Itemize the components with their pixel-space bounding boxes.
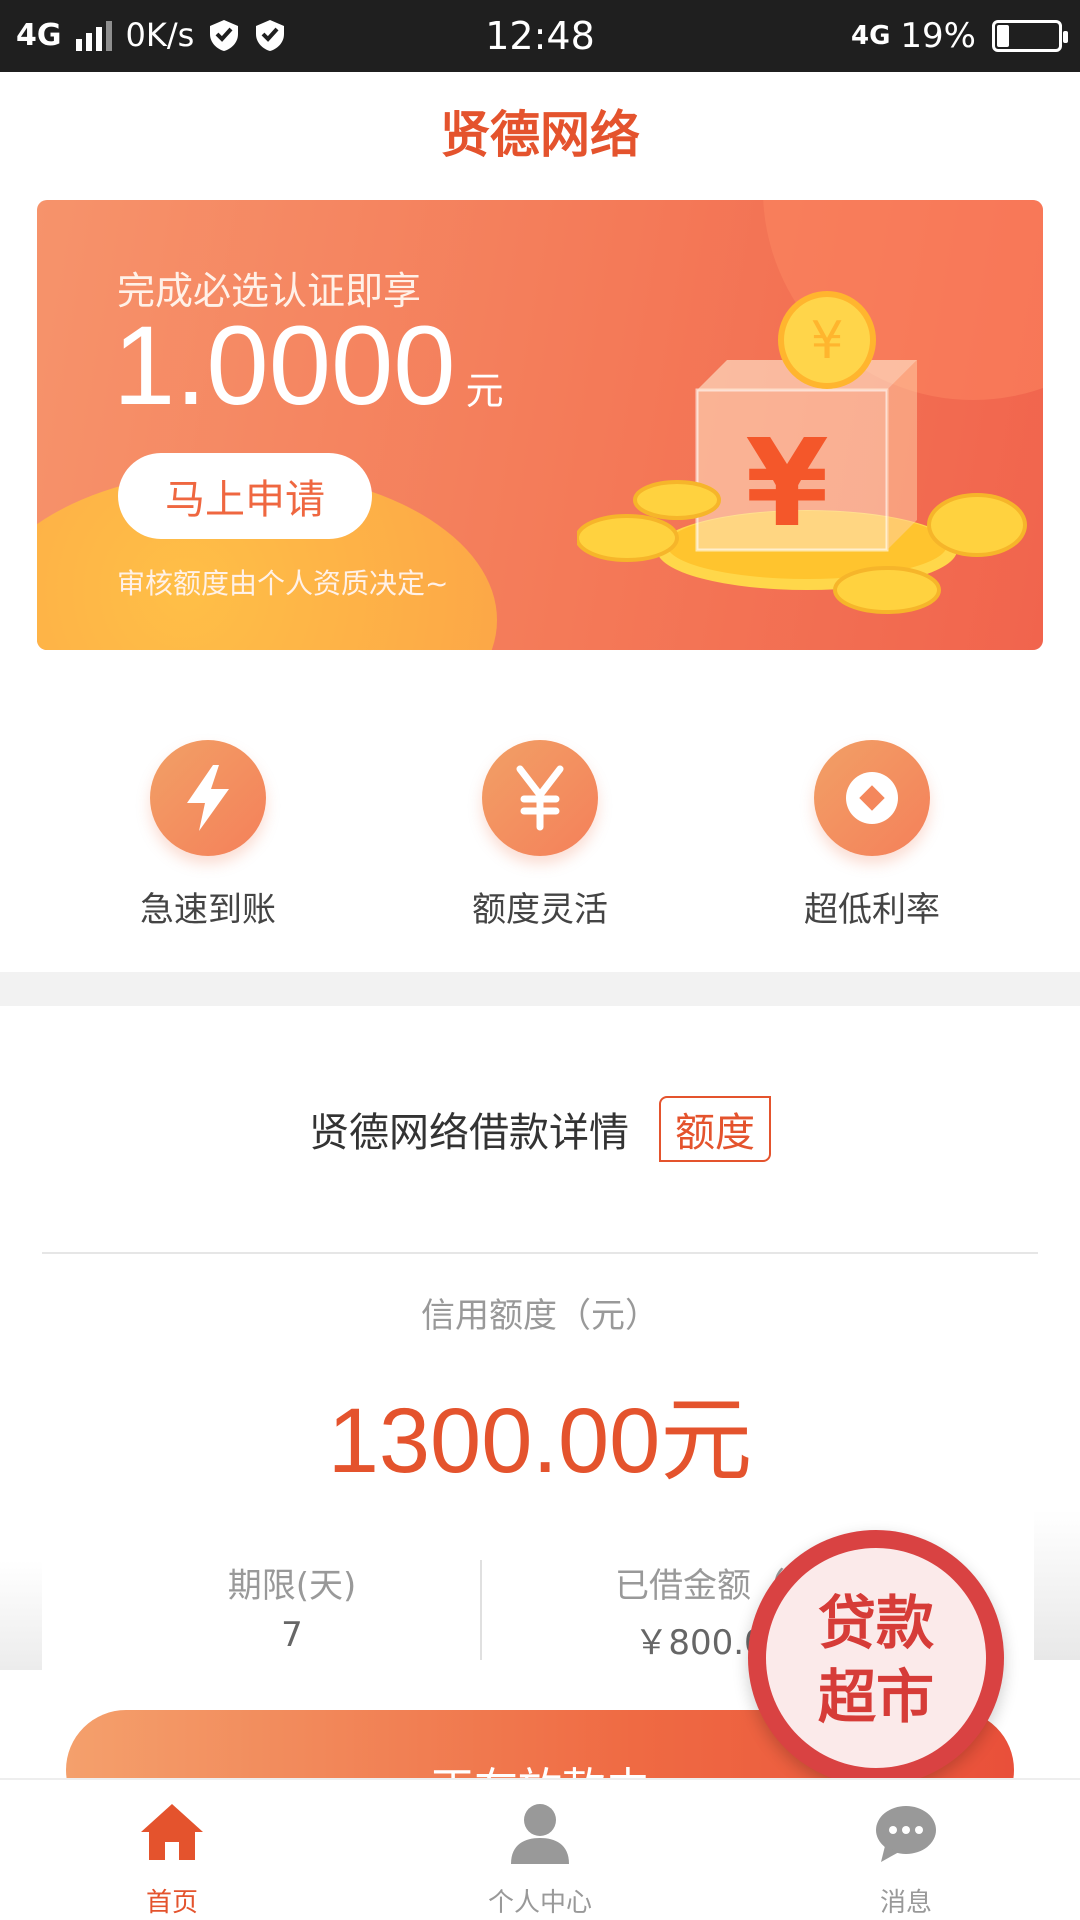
term-value: 7 — [281, 1615, 303, 1655]
banner-note: 审核额度由个人资质决定~ — [117, 567, 449, 600]
loan-market-line2: 超市 — [817, 1663, 934, 1731]
loan-market-label: 贷款 超市 — [766, 1548, 986, 1768]
detail-title: 贤德网络借款详情 — [309, 1110, 629, 1156]
coin-icon — [814, 740, 930, 856]
network-type-right: 4G — [850, 21, 891, 51]
side-decoration — [0, 1560, 42, 1670]
feature-fast: 急速到账 — [88, 740, 328, 931]
svg-text:¥: ¥ — [745, 415, 829, 554]
feature-flexible: 额度灵活 — [420, 740, 660, 931]
loan-market-button[interactable]: 贷款 超市 — [748, 1530, 1004, 1786]
apply-now-button[interactable]: 马上申请 — [118, 453, 372, 539]
tab-label: 个人中心 — [487, 1888, 592, 1918]
home-icon — [141, 1804, 203, 1860]
tab-label: 首页 — [145, 1888, 198, 1918]
yen-icon — [482, 740, 598, 856]
coin-box-illustration-icon: ¥ ¥ — [577, 291, 1027, 614]
stat-separator — [480, 1560, 482, 1660]
status-right: 4G 19% — [850, 16, 1068, 56]
feature-row: 急速到账 额度灵活 超低利率 — [0, 740, 1080, 940]
loan-market-line1: 贷款 — [817, 1589, 934, 1657]
credit-limit-label: 信用额度（元） — [421, 1296, 659, 1336]
tab-label: 消息 — [879, 1888, 932, 1918]
feature-label: 急速到账 — [140, 890, 276, 930]
tab-profile[interactable]: 个人中心 — [440, 1798, 640, 1919]
side-decoration — [1034, 1510, 1080, 1660]
quota-tag: 额度 — [659, 1096, 771, 1162]
battery-fill — [997, 25, 1010, 47]
detail-header: 贤德网络借款详情 额度 — [0, 1096, 1080, 1162]
svg-text:¥: ¥ — [810, 311, 843, 371]
detail-divider — [42, 1252, 1038, 1254]
feature-low-rate: 超低利率 — [752, 740, 992, 931]
feature-label: 额度灵活 — [472, 890, 608, 930]
page-title: 贤德网络 — [440, 106, 640, 164]
status-bar: 4G 0K/s 12:48 4G 19% — [0, 0, 1080, 72]
banner-amount-value: 1.0000 — [113, 303, 456, 428]
banner-amount-unit: 元 — [465, 371, 504, 413]
tab-messages[interactable]: 消息 — [806, 1798, 1006, 1919]
bottom-tab-bar: 首页 个人中心 消息 — [0, 1778, 1080, 1920]
tab-home[interactable]: 首页 — [72, 1798, 272, 1919]
user-icon — [511, 1804, 569, 1864]
banner-amount: 1.0000 元 — [113, 310, 504, 422]
term-stat: 期限(天) 7 — [92, 1558, 492, 1655]
battery-percent: 19% — [900, 16, 976, 56]
term-label: 期限(天) — [227, 1566, 357, 1606]
promo-banner[interactable]: 完成必选认证即享 1.0000 元 马上申请 审核额度由个人资质决定~ ¥ ¥ — [37, 200, 1043, 650]
section-divider — [0, 972, 1080, 1006]
chat-bubble-icon — [876, 1806, 936, 1862]
battery-icon — [992, 20, 1068, 52]
feature-label: 超低利率 — [804, 890, 940, 930]
credit-limit-amount: 1300.00元 — [327, 1390, 753, 1492]
lightning-icon — [150, 740, 266, 856]
